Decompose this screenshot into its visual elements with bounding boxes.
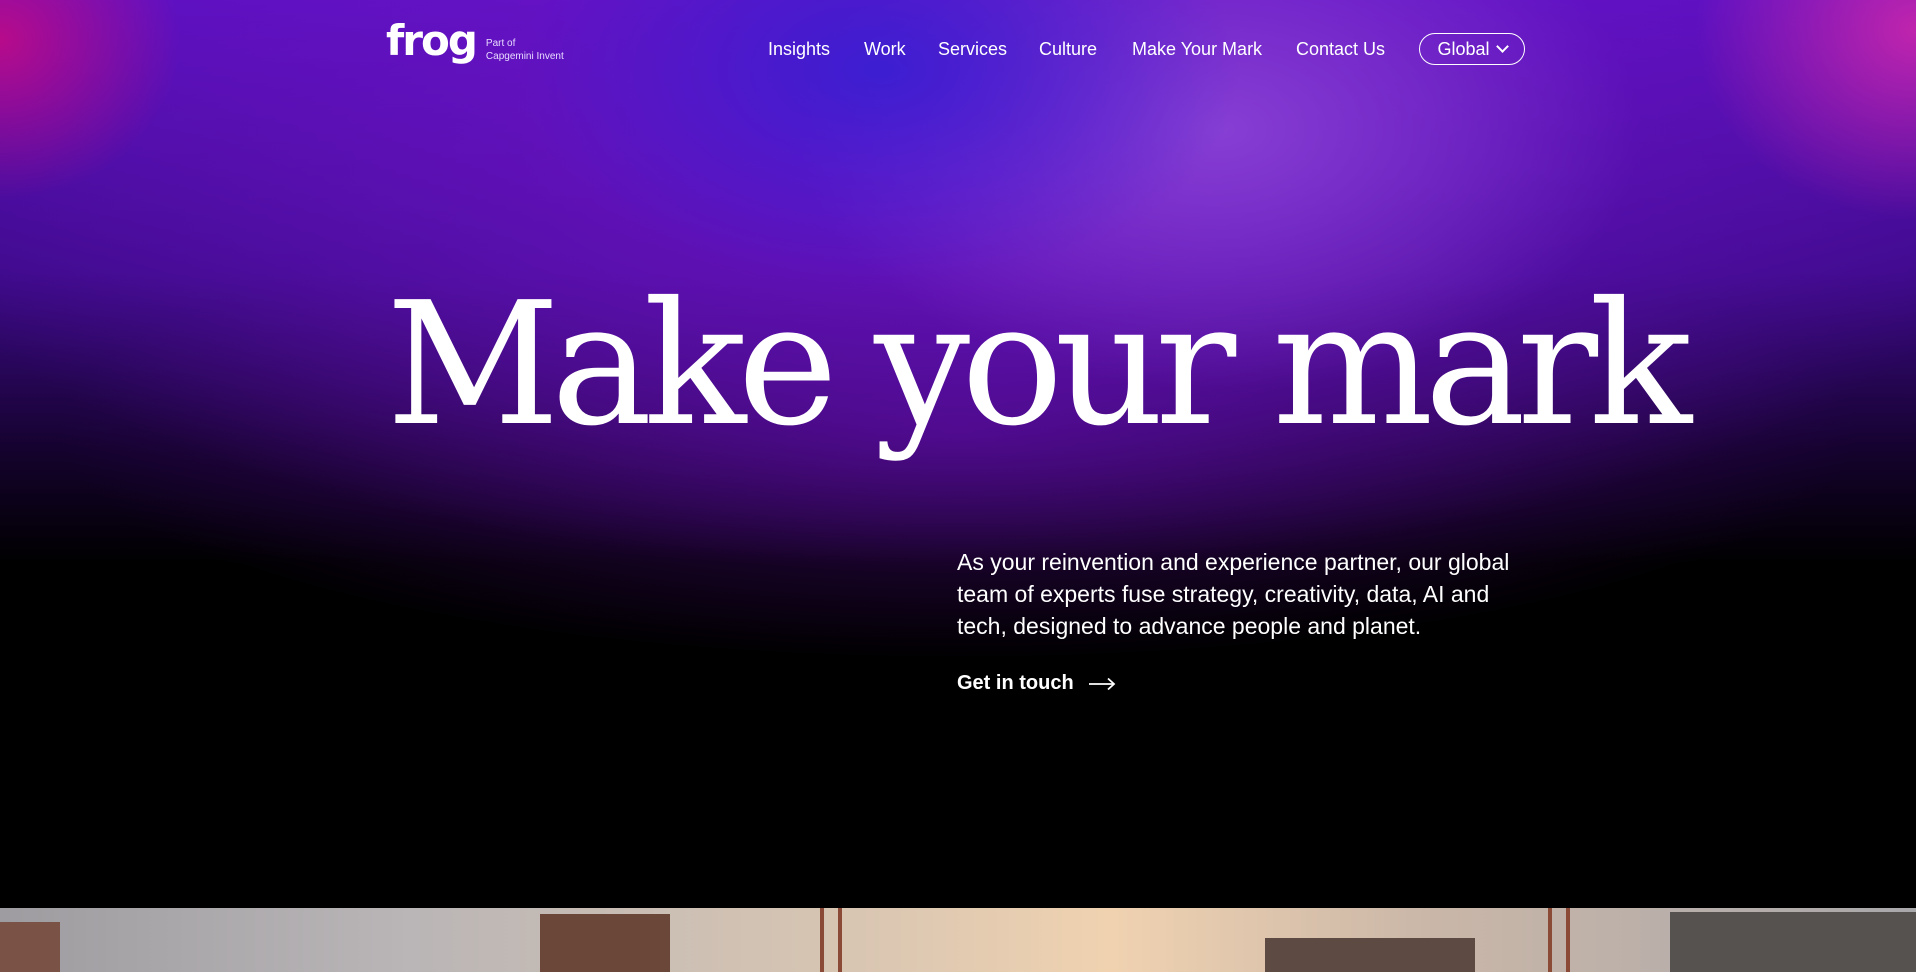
nav-item-culture[interactable]: Culture xyxy=(1039,36,1097,62)
hero-headline: Make your mark xyxy=(386,266,1692,464)
nav-item-make-your-mark[interactable]: Make Your Mark xyxy=(1132,36,1262,62)
hero-intro-text: As your reinvention and experience partn… xyxy=(957,549,1510,639)
arrow-right-icon xyxy=(1088,677,1116,690)
building-shape xyxy=(1265,938,1475,972)
crane-shape xyxy=(838,908,842,972)
nav-item-contact-us[interactable]: Contact Us xyxy=(1296,36,1385,62)
nav-item-insights[interactable]: Insights xyxy=(768,36,830,62)
main-nav: Insights Work Services Culture Make Your… xyxy=(0,36,1916,66)
get-in-touch-link[interactable]: Get in touch xyxy=(957,672,1116,695)
building-shape xyxy=(0,922,60,972)
crane-shape xyxy=(1548,908,1552,972)
featured-photo-preview xyxy=(0,908,1916,972)
nav-item-services[interactable]: Services xyxy=(938,36,1007,62)
chevron-down-icon xyxy=(1495,40,1509,53)
region-selector-label: Global xyxy=(1437,38,1490,59)
crane-shape xyxy=(1566,908,1570,972)
crane-shape xyxy=(820,908,824,972)
get-in-touch-label: Get in touch xyxy=(957,672,1074,694)
site-header: frog Part of Capgemini Invent Insights W… xyxy=(0,0,1916,100)
nav-item-work[interactable]: Work xyxy=(864,36,906,62)
home-page: frog Part of Capgemini Invent Insights W… xyxy=(0,0,1916,972)
region-selector-button[interactable]: Global xyxy=(1419,33,1525,65)
building-shape xyxy=(540,914,670,972)
building-shape xyxy=(1670,912,1916,972)
